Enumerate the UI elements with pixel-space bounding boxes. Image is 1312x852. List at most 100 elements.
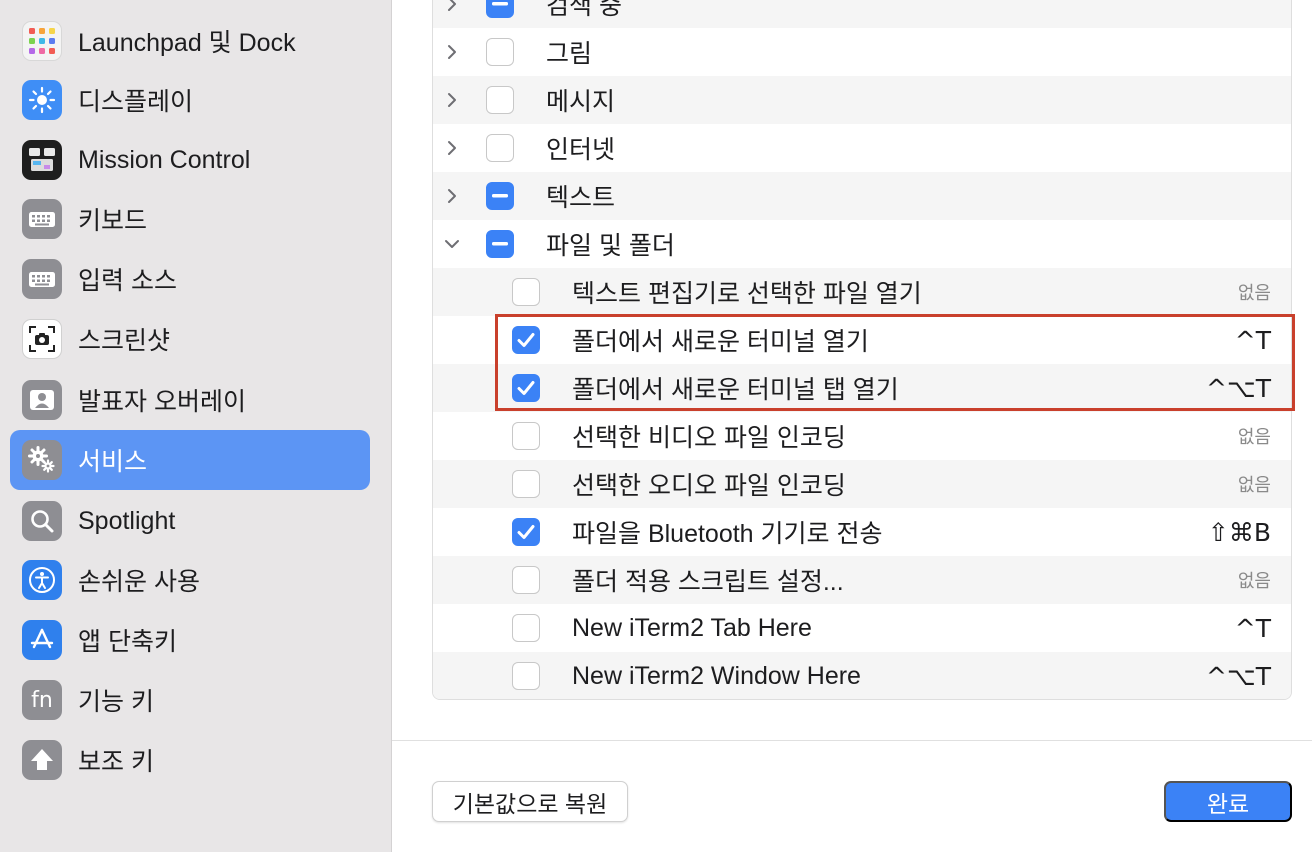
sidebar-item-label: Launchpad 및 Dock	[78, 29, 296, 57]
service-row[interactable]: 폴더에서 새로운 터미널 탭 열기 ^⌥T	[433, 364, 1291, 412]
sidebar-item-function-keys[interactable]: fn 기능 키	[10, 670, 370, 730]
footer-divider	[392, 740, 1312, 741]
category-row[interactable]: 검색 중	[433, 0, 1291, 28]
services-gear-icon	[22, 440, 62, 480]
category-checkbox-mixed[interactable]	[486, 182, 514, 210]
main-panel: 검색 중 그림 메시지 인터넷 텍스트 파일 및 폴더 텍스트 편집기로 선택한…	[392, 0, 1312, 852]
sidebar-item-presenter-overlay[interactable]: 발표자 오버레이	[10, 370, 370, 430]
service-checkbox[interactable]	[512, 614, 540, 642]
service-row[interactable]: 폴더 적용 스크립트 설정... 없음	[433, 556, 1291, 604]
service-checkbox[interactable]	[512, 566, 540, 594]
service-row[interactable]: New iTerm2 Tab Here ^T	[433, 604, 1291, 652]
service-label: 폴더 적용 스크립트 설정...	[572, 568, 844, 596]
shortcut-field[interactable]: ^⌥T	[1206, 662, 1271, 691]
display-icon	[22, 80, 62, 120]
category-row-expanded[interactable]: 파일 및 폴더	[433, 220, 1291, 268]
chevron-down-icon[interactable]	[443, 235, 461, 253]
sidebar-item-label: 기능 키	[78, 688, 154, 716]
sidebar-item-label: 앱 단축키	[78, 628, 177, 656]
service-checkbox-checked[interactable]	[512, 326, 540, 354]
sidebar-item-label: Spotlight	[78, 506, 176, 535]
shortcut-field[interactable]: ^T	[1235, 614, 1271, 643]
category-row[interactable]: 인터넷	[433, 124, 1291, 172]
modifier-keys-icon	[22, 740, 62, 780]
sidebar-item-label: 입력 소스	[78, 267, 177, 295]
mission-control-icon	[22, 140, 62, 180]
sidebar-item-mission-control[interactable]: Mission Control	[10, 130, 370, 190]
service-label: 폴더에서 새로운 터미널 탭 열기	[572, 376, 899, 404]
sidebar-item-modifier-keys[interactable]: 보조 키	[10, 730, 370, 790]
launchpad-icon	[22, 21, 62, 61]
input-source-icon	[22, 259, 62, 299]
screenshot-icon	[22, 319, 62, 359]
chevron-right-icon[interactable]	[443, 0, 461, 13]
sidebar-item-label: 서비스	[78, 448, 148, 476]
sidebar-item-label: 발표자 오버레이	[78, 388, 246, 416]
presenter-overlay-icon	[22, 380, 62, 420]
sidebar-item-label: Mission Control	[78, 145, 251, 174]
sidebar-item-label: 보조 키	[78, 748, 154, 776]
service-checkbox[interactable]	[512, 470, 540, 498]
category-checkbox[interactable]	[486, 134, 514, 162]
shortcut-field[interactable]: 없음	[1238, 567, 1271, 593]
service-checkbox-checked[interactable]	[512, 374, 540, 402]
services-list: 검색 중 그림 메시지 인터넷 텍스트 파일 및 폴더 텍스트 편집기로 선택한…	[432, 0, 1292, 700]
service-row[interactable]: New iTerm2 Window Here ^⌥T	[433, 652, 1291, 699]
sidebar-item-services[interactable]: 서비스	[10, 430, 370, 490]
sidebar-item-input-source[interactable]: 입력 소스	[10, 249, 370, 309]
category-checkbox-mixed[interactable]	[486, 230, 514, 258]
category-row[interactable]: 그림	[433, 28, 1291, 76]
service-checkbox[interactable]	[512, 278, 540, 306]
service-label: 선택한 비디오 파일 인코딩	[572, 424, 846, 452]
sidebar-item-app-shortcuts[interactable]: 앱 단축키	[10, 610, 370, 670]
app-shortcuts-icon	[22, 620, 62, 660]
sidebar-item-label: 스크린샷	[78, 327, 171, 355]
category-checkbox[interactable]	[486, 86, 514, 114]
keyboard-icon	[22, 199, 62, 239]
sidebar-item-spotlight[interactable]: Spotlight	[10, 491, 370, 551]
service-label: New iTerm2 Tab Here	[572, 613, 812, 642]
service-label: 파일을 Bluetooth 기기로 전송	[572, 520, 883, 548]
chevron-right-icon[interactable]	[443, 139, 461, 157]
sidebar: Launchpad 및 Dock 디스플레이 Mission Control 키…	[0, 0, 392, 852]
shortcut-field[interactable]: ^⌥T	[1206, 374, 1271, 403]
category-checkbox-mixed[interactable]	[486, 0, 514, 18]
service-row[interactable]: 텍스트 편집기로 선택한 파일 열기 없음	[433, 268, 1291, 316]
shortcut-field[interactable]: ^T	[1235, 326, 1271, 355]
sidebar-item-screenshot[interactable]: 스크린샷	[10, 309, 370, 369]
category-label: 인터넷	[546, 136, 616, 164]
shortcut-field[interactable]: 없음	[1238, 423, 1271, 449]
chevron-right-icon[interactable]	[443, 91, 461, 109]
chevron-right-icon[interactable]	[443, 43, 461, 61]
category-label: 텍스트	[546, 184, 616, 212]
category-row[interactable]: 메시지	[433, 76, 1291, 124]
restore-defaults-button[interactable]: 기본값으로 복원	[432, 781, 628, 822]
sidebar-item-keyboard[interactable]: 키보드	[10, 189, 370, 249]
service-row[interactable]: 선택한 비디오 파일 인코딩 없음	[433, 412, 1291, 460]
service-checkbox[interactable]	[512, 662, 540, 690]
sidebar-item-accessibility[interactable]: 손쉬운 사용	[10, 550, 370, 610]
service-row[interactable]: 선택한 오디오 파일 인코딩 없음	[433, 460, 1291, 508]
category-label: 파일 및 폴더	[546, 232, 675, 260]
service-row[interactable]: 파일을 Bluetooth 기기로 전송 ⇧⌘B	[433, 508, 1291, 556]
spotlight-icon	[22, 501, 62, 541]
sidebar-item-label: 키보드	[78, 207, 148, 235]
service-checkbox-checked[interactable]	[512, 518, 540, 546]
category-label: 검색 중	[546, 0, 622, 20]
chevron-right-icon[interactable]	[443, 187, 461, 205]
shortcut-field[interactable]: ⇧⌘B	[1208, 518, 1271, 547]
shortcut-field[interactable]: 없음	[1238, 471, 1271, 497]
service-row[interactable]: 폴더에서 새로운 터미널 열기 ^T	[433, 316, 1291, 364]
sidebar-item-display[interactable]: 디스플레이	[10, 70, 370, 130]
category-checkbox[interactable]	[486, 38, 514, 66]
category-label: 메시지	[546, 88, 616, 116]
service-label: 선택한 오디오 파일 인코딩	[572, 472, 846, 500]
service-checkbox[interactable]	[512, 422, 540, 450]
service-label: 폴더에서 새로운 터미널 열기	[572, 328, 869, 356]
shortcut-field[interactable]: 없음	[1238, 279, 1271, 305]
done-button[interactable]: 완료	[1164, 781, 1292, 822]
sidebar-item-label: 손쉬운 사용	[78, 568, 200, 596]
sidebar-item-launchpad-dock[interactable]: Launchpad 및 Dock	[10, 11, 370, 71]
category-row[interactable]: 텍스트	[433, 172, 1291, 220]
sidebar-item-label: 디스플레이	[78, 88, 194, 116]
